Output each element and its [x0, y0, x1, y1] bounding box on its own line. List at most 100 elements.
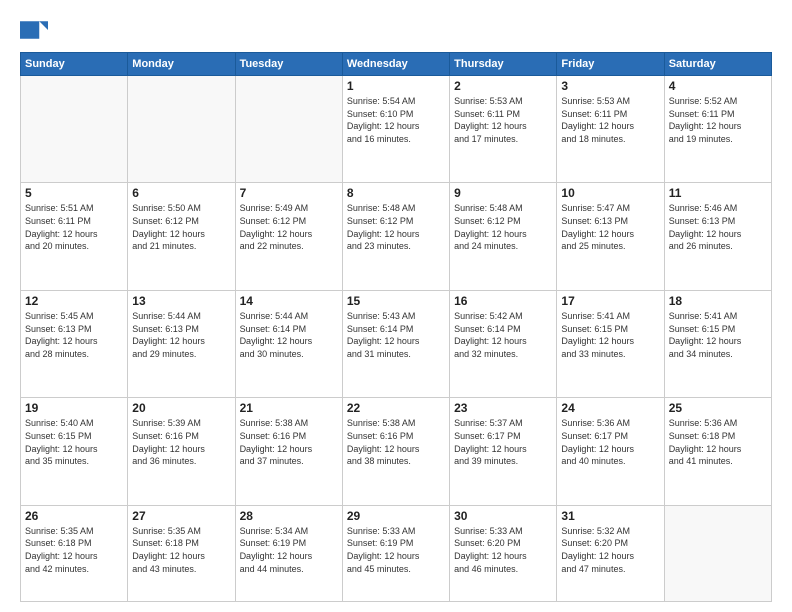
day-info: Sunrise: 5:48 AMSunset: 6:12 PMDaylight:… — [454, 202, 552, 252]
day-number: 9 — [454, 186, 552, 200]
day-info: Sunrise: 5:42 AMSunset: 6:14 PMDaylight:… — [454, 310, 552, 360]
calendar-cell: 2 Sunrise: 5:53 AMSunset: 6:11 PMDaylight… — [450, 76, 557, 183]
calendar-cell — [235, 76, 342, 183]
day-info: Sunrise: 5:52 AMSunset: 6:11 PMDaylight:… — [669, 95, 767, 145]
day-number: 12 — [25, 294, 123, 308]
weekday-header-friday: Friday — [557, 53, 664, 76]
calendar-cell — [128, 76, 235, 183]
day-info: Sunrise: 5:36 AMSunset: 6:18 PMDaylight:… — [669, 417, 767, 467]
day-info: Sunrise: 5:33 AMSunset: 6:20 PMDaylight:… — [454, 525, 552, 575]
day-number: 25 — [669, 401, 767, 415]
calendar-cell: 16 Sunrise: 5:42 AMSunset: 6:14 PMDayligh… — [450, 290, 557, 397]
day-number: 7 — [240, 186, 338, 200]
day-number: 26 — [25, 509, 123, 523]
day-number: 13 — [132, 294, 230, 308]
calendar-week-3: 12 Sunrise: 5:45 AMSunset: 6:13 PMDayligh… — [21, 290, 772, 397]
calendar-cell: 5 Sunrise: 5:51 AMSunset: 6:11 PMDaylight… — [21, 183, 128, 290]
logo-icon — [20, 16, 48, 44]
day-info: Sunrise: 5:50 AMSunset: 6:12 PMDaylight:… — [132, 202, 230, 252]
weekday-header-wednesday: Wednesday — [342, 53, 449, 76]
day-number: 27 — [132, 509, 230, 523]
calendar-table: SundayMondayTuesdayWednesdayThursdayFrid… — [20, 52, 772, 602]
day-number: 18 — [669, 294, 767, 308]
day-number: 10 — [561, 186, 659, 200]
calendar-cell: 1 Sunrise: 5:54 AMSunset: 6:10 PMDaylight… — [342, 76, 449, 183]
logo — [20, 16, 52, 44]
day-info: Sunrise: 5:53 AMSunset: 6:11 PMDaylight:… — [454, 95, 552, 145]
calendar-cell: 10 Sunrise: 5:47 AMSunset: 6:13 PMDayligh… — [557, 183, 664, 290]
weekday-header-thursday: Thursday — [450, 53, 557, 76]
calendar-week-4: 19 Sunrise: 5:40 AMSunset: 6:15 PMDayligh… — [21, 398, 772, 505]
calendar-cell: 22Sunrise: 5:38 AMSunset: 6:16 PMDayligh… — [342, 398, 449, 505]
day-info: Sunrise: 5:32 AMSunset: 6:20 PMDaylight:… — [561, 525, 659, 575]
weekday-header-saturday: Saturday — [664, 53, 771, 76]
calendar-cell: 12 Sunrise: 5:45 AMSunset: 6:13 PMDayligh… — [21, 290, 128, 397]
calendar-week-1: 1 Sunrise: 5:54 AMSunset: 6:10 PMDaylight… — [21, 76, 772, 183]
day-info: Sunrise: 5:47 AMSunset: 6:13 PMDaylight:… — [561, 202, 659, 252]
calendar-cell: 11 Sunrise: 5:46 AMSunset: 6:13 PMDayligh… — [664, 183, 771, 290]
day-info: Sunrise: 5:51 AMSunset: 6:11 PMDaylight:… — [25, 202, 123, 252]
day-info: Sunrise: 5:43 AMSunset: 6:14 PMDaylight:… — [347, 310, 445, 360]
day-number: 16 — [454, 294, 552, 308]
day-number: 22 — [347, 401, 445, 415]
calendar-cell — [21, 76, 128, 183]
calendar-cell: 8Sunrise: 5:48 AMSunset: 6:12 PMDaylight… — [342, 183, 449, 290]
day-info: Sunrise: 5:34 AMSunset: 6:19 PMDaylight:… — [240, 525, 338, 575]
day-number: 5 — [25, 186, 123, 200]
page: SundayMondayTuesdayWednesdayThursdayFrid… — [0, 0, 792, 612]
calendar-cell: 26 Sunrise: 5:35 AMSunset: 6:18 PMDayligh… — [21, 505, 128, 601]
calendar-cell: 7 Sunrise: 5:49 AMSunset: 6:12 PMDaylight… — [235, 183, 342, 290]
weekday-header-tuesday: Tuesday — [235, 53, 342, 76]
day-info: Sunrise: 5:46 AMSunset: 6:13 PMDaylight:… — [669, 202, 767, 252]
calendar-week-2: 5 Sunrise: 5:51 AMSunset: 6:11 PMDaylight… — [21, 183, 772, 290]
day-number: 4 — [669, 79, 767, 93]
day-number: 1 — [347, 79, 445, 93]
calendar-cell: 13 Sunrise: 5:44 AMSunset: 6:13 PMDayligh… — [128, 290, 235, 397]
day-info: Sunrise: 5:54 AMSunset: 6:10 PMDaylight:… — [347, 95, 445, 145]
day-number: 11 — [669, 186, 767, 200]
day-number: 24 — [561, 401, 659, 415]
day-info: Sunrise: 5:35 AMSunset: 6:18 PMDaylight:… — [25, 525, 123, 575]
day-info: Sunrise: 5:41 AMSunset: 6:15 PMDaylight:… — [669, 310, 767, 360]
calendar-cell: 24Sunrise: 5:36 AMSunset: 6:17 PMDayligh… — [557, 398, 664, 505]
day-info: Sunrise: 5:53 AMSunset: 6:11 PMDaylight:… — [561, 95, 659, 145]
day-info: Sunrise: 5:44 AMSunset: 6:13 PMDaylight:… — [132, 310, 230, 360]
day-number: 6 — [132, 186, 230, 200]
calendar-cell: 15 Sunrise: 5:43 AMSunset: 6:14 PMDayligh… — [342, 290, 449, 397]
calendar-cell: 21Sunrise: 5:38 AMSunset: 6:16 PMDayligh… — [235, 398, 342, 505]
day-info: Sunrise: 5:48 AMSunset: 6:12 PMDaylight:… — [347, 202, 445, 252]
day-number: 29 — [347, 509, 445, 523]
weekday-header-monday: Monday — [128, 53, 235, 76]
header — [20, 16, 772, 44]
day-info: Sunrise: 5:41 AMSunset: 6:15 PMDaylight:… — [561, 310, 659, 360]
calendar-cell: 23Sunrise: 5:37 AMSunset: 6:17 PMDayligh… — [450, 398, 557, 505]
calendar-cell: 28 Sunrise: 5:34 AMSunset: 6:19 PMDayligh… — [235, 505, 342, 601]
day-info: Sunrise: 5:40 AMSunset: 6:15 PMDaylight:… — [25, 417, 123, 467]
day-number: 15 — [347, 294, 445, 308]
calendar-cell: 20Sunrise: 5:39 AMSunset: 6:16 PMDayligh… — [128, 398, 235, 505]
day-number: 14 — [240, 294, 338, 308]
calendar-cell — [664, 505, 771, 601]
weekday-header-sunday: Sunday — [21, 53, 128, 76]
day-info: Sunrise: 5:49 AMSunset: 6:12 PMDaylight:… — [240, 202, 338, 252]
day-info: Sunrise: 5:38 AMSunset: 6:16 PMDaylight:… — [240, 417, 338, 467]
day-number: 30 — [454, 509, 552, 523]
day-number: 20 — [132, 401, 230, 415]
day-number: 19 — [25, 401, 123, 415]
calendar-week-5: 26 Sunrise: 5:35 AMSunset: 6:18 PMDayligh… — [21, 505, 772, 601]
calendar-cell: 9 Sunrise: 5:48 AMSunset: 6:12 PMDaylight… — [450, 183, 557, 290]
day-number: 28 — [240, 509, 338, 523]
day-number: 31 — [561, 509, 659, 523]
calendar-cell: 18 Sunrise: 5:41 AMSunset: 6:15 PMDayligh… — [664, 290, 771, 397]
day-number: 2 — [454, 79, 552, 93]
calendar-cell: 25 Sunrise: 5:36 AMSunset: 6:18 PMDayligh… — [664, 398, 771, 505]
calendar-cell: 4 Sunrise: 5:52 AMSunset: 6:11 PMDaylight… — [664, 76, 771, 183]
calendar-cell: 14 Sunrise: 5:44 AMSunset: 6:14 PMDayligh… — [235, 290, 342, 397]
calendar-cell: 6 Sunrise: 5:50 AMSunset: 6:12 PMDaylight… — [128, 183, 235, 290]
day-info: Sunrise: 5:44 AMSunset: 6:14 PMDaylight:… — [240, 310, 338, 360]
day-info: Sunrise: 5:35 AMSunset: 6:18 PMDaylight:… — [132, 525, 230, 575]
calendar-cell: 29 Sunrise: 5:33 AMSunset: 6:19 PMDayligh… — [342, 505, 449, 601]
weekday-header-row: SundayMondayTuesdayWednesdayThursdayFrid… — [21, 53, 772, 76]
day-info: Sunrise: 5:45 AMSunset: 6:13 PMDaylight:… — [25, 310, 123, 360]
day-info: Sunrise: 5:33 AMSunset: 6:19 PMDaylight:… — [347, 525, 445, 575]
